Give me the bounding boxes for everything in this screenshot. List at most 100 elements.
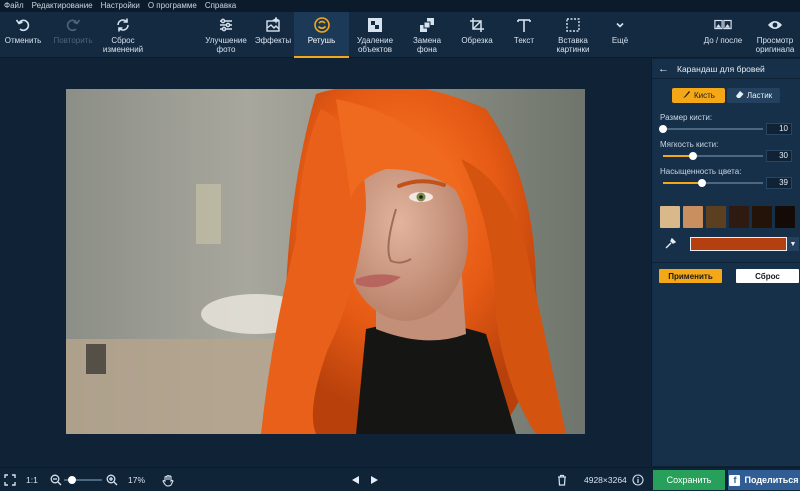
info-icon[interactable] — [632, 468, 644, 491]
eraser-icon — [735, 90, 744, 101]
view-original-button[interactable]: Просмотр оригинала — [750, 12, 800, 58]
menu-about[interactable]: О программе — [148, 0, 197, 12]
before-after-button[interactable]: До / после — [697, 12, 749, 58]
share-label: Поделиться — [744, 475, 799, 485]
back-arrow-icon[interactable]: ← — [658, 63, 669, 74]
eraser-label: Ластик — [746, 91, 773, 100]
zoom-out-icon[interactable] — [50, 468, 62, 491]
enhance-button[interactable]: Улучшение фото — [200, 12, 252, 58]
toolbar: Отменить Повторить Сброс изменений Улучш… — [0, 12, 800, 58]
retouch-button[interactable]: Ретушь — [294, 12, 349, 58]
effects-icon — [264, 16, 282, 34]
color-saturation-label: Насыщенность цвета: — [660, 167, 742, 176]
crop-icon — [468, 16, 486, 34]
eye-icon — [766, 16, 784, 34]
brush-size-knob[interactable] — [659, 125, 667, 133]
retouch-label: Ретушь — [307, 36, 336, 45]
image-dimensions: 4928×3264 — [584, 475, 627, 485]
undo-button[interactable]: Отменить — [2, 12, 44, 58]
reset-changes-label: Сброс изменений — [102, 36, 144, 54]
brush-softness-knob[interactable] — [689, 152, 697, 160]
brush-size-slider[interactable]: Размер кисти: 10 — [659, 113, 792, 140]
previous-photo-icon[interactable] — [351, 468, 360, 491]
effects-label: Эффекты — [254, 36, 292, 45]
brush-mode-toggle: Кисть Ластик — [672, 88, 800, 103]
crop-label: Обрезка — [461, 36, 493, 45]
menu-bar: Файл Редактирование Настройки О программ… — [0, 0, 800, 12]
brush-size-label: Размер кисти: — [660, 113, 713, 122]
brush-size-track[interactable] — [659, 125, 763, 133]
remove-objects-icon — [366, 16, 384, 34]
text-icon — [515, 16, 533, 34]
apply-button[interactable]: Применить — [659, 269, 722, 283]
color-saturation-track[interactable] — [663, 179, 763, 187]
replace-background-button[interactable]: Замена фона — [402, 12, 452, 58]
zoom-slider[interactable] — [64, 468, 102, 491]
undo-label: Отменить — [4, 36, 42, 45]
status-bar: 1:1 17% 4928×3264 Сохранить f Поделиться — [0, 467, 800, 491]
share-button[interactable]: f Поделиться — [728, 470, 800, 490]
menu-edit[interactable]: Редактирование — [32, 0, 93, 12]
trash-icon[interactable] — [557, 468, 567, 491]
facebook-icon: f — [729, 474, 741, 486]
brush-softness-value[interactable]: 30 — [766, 150, 792, 162]
color-swatch[interactable] — [683, 206, 703, 228]
remove-objects-button[interactable]: Удаление объектов — [350, 12, 400, 58]
panel-actions: Применить Сброс — [659, 269, 800, 283]
color-saturation-knob[interactable] — [698, 179, 706, 187]
reset-button[interactable]: Сброс — [736, 269, 799, 283]
reset-changes-button[interactable]: Сброс изменений — [100, 12, 146, 58]
chevron-down-icon — [611, 16, 629, 34]
hand-tool-icon[interactable] — [162, 468, 174, 491]
brush-button[interactable]: Кисть — [672, 88, 725, 103]
next-photo-icon[interactable] — [370, 468, 379, 491]
brush-size-value[interactable]: 10 — [766, 123, 792, 135]
insert-picture-button[interactable]: Вставка картинки — [548, 12, 598, 58]
current-color-box[interactable] — [690, 237, 787, 251]
replace-background-icon — [418, 16, 436, 34]
replace-background-label: Замена фона — [412, 36, 442, 54]
brush-softness-track[interactable] — [663, 152, 763, 160]
zoom-actual-size-button[interactable]: 1:1 — [26, 468, 38, 491]
insert-picture-icon — [564, 16, 582, 34]
color-saturation-value[interactable]: 39 — [766, 177, 792, 189]
more-label: Ещё — [611, 36, 629, 45]
save-button[interactable]: Сохранить — [653, 470, 725, 490]
redo-button[interactable]: Повторить — [50, 12, 96, 58]
zoom-in-icon[interactable] — [106, 468, 118, 491]
enhance-label: Улучшение фото — [205, 36, 247, 54]
text-label: Текст — [513, 36, 535, 45]
color-saturation-slider[interactable]: Насыщенность цвета: 39 — [660, 167, 792, 194]
color-swatch[interactable] — [752, 206, 772, 228]
eyedropper-icon[interactable] — [660, 236, 680, 252]
photo[interactable] — [66, 89, 585, 434]
menu-help[interactable]: Справка — [205, 0, 236, 12]
zoom-percent: 17% — [128, 475, 146, 485]
brush-icon — [682, 90, 691, 101]
sliders-icon — [217, 16, 235, 34]
panel-header: ← Карандаш для бровей — [652, 59, 800, 79]
zoom-slider-knob[interactable] — [68, 476, 77, 484]
color-picker-row: ▼ — [660, 236, 800, 252]
more-button[interactable]: Ещё — [602, 12, 638, 58]
menu-file[interactable]: Файл — [4, 0, 24, 12]
panel-title: Карандаш для бровей — [677, 63, 765, 74]
insert-picture-label: Вставка картинки — [556, 36, 590, 54]
text-button[interactable]: Текст — [502, 12, 546, 58]
remove-objects-label: Удаление объектов — [356, 36, 394, 54]
color-swatch[interactable] — [660, 206, 680, 228]
brush-softness-slider[interactable]: Мягкость кисти: 30 — [660, 140, 792, 167]
color-swatch[interactable] — [706, 206, 726, 228]
retouch-icon — [313, 16, 331, 34]
fullscreen-icon[interactable] — [4, 468, 16, 491]
color-dropdown-icon[interactable]: ▼ — [787, 237, 799, 251]
effects-button[interactable]: Эффекты — [252, 12, 294, 58]
color-swatch[interactable] — [775, 206, 795, 228]
brush-softness-label: Мягкость кисти: — [660, 140, 719, 149]
crop-button[interactable]: Обрезка — [454, 12, 500, 58]
color-swatch[interactable] — [729, 206, 749, 228]
canvas-area — [0, 59, 651, 466]
view-original-label: Просмотр оригинала — [755, 36, 795, 54]
eraser-button[interactable]: Ластик — [727, 88, 780, 103]
menu-settings[interactable]: Настройки — [101, 0, 140, 12]
